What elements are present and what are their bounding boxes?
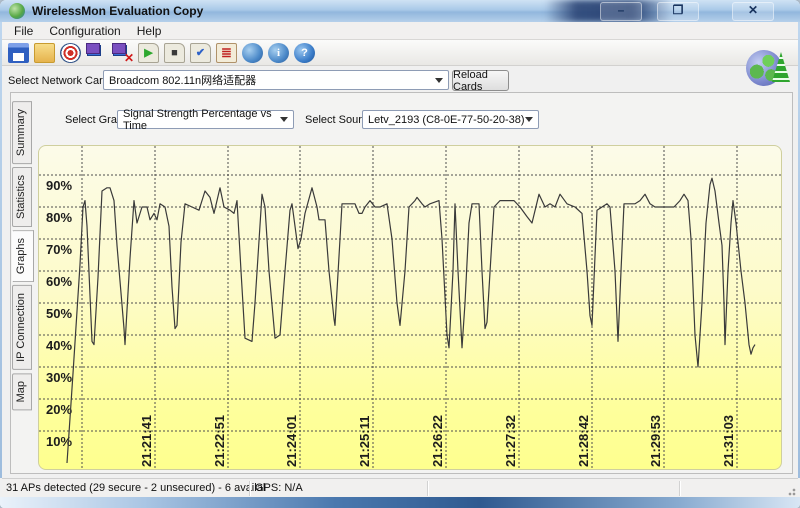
menu-item-configuration[interactable]: Configuration: [41, 23, 128, 39]
svg-text:80%: 80%: [46, 210, 72, 225]
svg-text:21:21:41: 21:21:41: [139, 415, 154, 467]
svg-text:21:28:42: 21:28:42: [576, 415, 591, 467]
gps-status-text: GPS: N/A: [255, 482, 303, 494]
svg-text:21:24:01: 21:24:01: [284, 415, 299, 467]
title-bar[interactable]: WirelessMon Evaluation Copy – ❐ ✕: [0, 0, 800, 22]
tab-map[interactable]: Map: [12, 373, 32, 410]
log-verify-icon[interactable]: [190, 43, 211, 63]
svg-text:50%: 50%: [46, 306, 72, 321]
chevron-down-icon: [521, 112, 537, 127]
tab-statistics[interactable]: Statistics: [12, 167, 32, 227]
select-network-card-label: Select Network Card: [8, 75, 109, 87]
wirelessmon-logo-icon: [746, 50, 782, 86]
sidebar-tabs: Summary Statistics Graphs IP Connection Map: [12, 101, 34, 410]
chevron-down-icon: [276, 112, 292, 127]
status-separator: [249, 481, 250, 496]
log-start-icon[interactable]: [138, 43, 159, 63]
svg-text:60%: 60%: [46, 274, 72, 289]
app-icon: [9, 3, 25, 19]
menu-item-file[interactable]: File: [6, 23, 41, 39]
svg-text:21:22:51: 21:22:51: [212, 415, 227, 467]
log-stop-icon[interactable]: [164, 43, 185, 63]
source-select[interactable]: Letv_2193 (C8-0E-77-50-20-38): [362, 110, 539, 129]
network-disconnect-icon[interactable]: ✕: [112, 43, 133, 63]
save-icon[interactable]: [8, 43, 29, 63]
svg-text:30%: 30%: [46, 370, 72, 385]
toolbar: ✕: [2, 40, 798, 66]
svg-text:21:29:53: 21:29:53: [648, 415, 663, 467]
chevron-down-icon: [431, 72, 447, 88]
svg-text:70%: 70%: [46, 242, 72, 257]
menu-item-help[interactable]: Help: [129, 23, 170, 39]
tab-summary[interactable]: Summary: [12, 101, 32, 164]
svg-text:21:27:32: 21:27:32: [503, 415, 518, 467]
source-value: Letv_2193 (C8-0E-77-50-20-38): [368, 114, 525, 126]
open-icon[interactable]: [34, 43, 55, 63]
close-button[interactable]: ✕: [732, 2, 774, 21]
tab-ip-connection[interactable]: IP Connection: [12, 285, 32, 370]
signal-strength-chart: 90%80%70%60%50%40%30%20%10%21:21:4121:22…: [38, 145, 782, 470]
status-separator: [679, 481, 680, 496]
help-icon[interactable]: [294, 43, 315, 63]
tab-graphs[interactable]: Graphs: [12, 230, 34, 282]
svg-text:90%: 90%: [46, 178, 72, 193]
status-separator: [427, 481, 428, 496]
window-border-bottom: [0, 497, 800, 508]
target-icon[interactable]: [60, 43, 81, 63]
window-border-left: [0, 22, 2, 478]
svg-text:21:25:11: 21:25:11: [357, 416, 372, 467]
aps-status-text: 31 APs detected (29 secure - 2 unsecured…: [6, 482, 265, 494]
signal-chart-svg: 90%80%70%60%50%40%30%20%10%21:21:4121:22…: [39, 146, 782, 470]
status-bar: 31 APs detected (29 secure - 2 unsecured…: [2, 478, 798, 498]
report-icon[interactable]: [216, 43, 237, 63]
svg-text:21:26:22: 21:26:22: [430, 415, 445, 467]
info-bubble-icon[interactable]: [268, 43, 289, 63]
network-connect-icon[interactable]: [86, 43, 107, 63]
reload-cards-button[interactable]: Reload Cards: [452, 70, 509, 91]
svg-text:40%: 40%: [46, 338, 72, 353]
minimize-button[interactable]: –: [600, 2, 642, 21]
resize-grip[interactable]: [785, 485, 797, 497]
svg-text:20%: 20%: [46, 402, 72, 417]
network-card-select[interactable]: Broadcom 802.11n网络适配器: [103, 70, 449, 90]
maximize-button[interactable]: ❐: [657, 2, 699, 21]
graph-type-value: Signal Strength Percentage vs Time: [123, 108, 293, 132]
window-title: WirelessMon Evaluation Copy: [32, 4, 203, 18]
network-card-value: Broadcom 802.11n网络适配器: [109, 72, 256, 88]
menu-bar: FileConfigurationHelp: [2, 22, 798, 40]
web-icon[interactable]: [242, 43, 263, 63]
graph-type-select[interactable]: Signal Strength Percentage vs Time: [117, 110, 294, 129]
svg-text:21:31:03: 21:31:03: [721, 415, 736, 467]
app-window: WirelessMon Evaluation Copy – ❐ ✕ FileCo…: [0, 0, 800, 508]
